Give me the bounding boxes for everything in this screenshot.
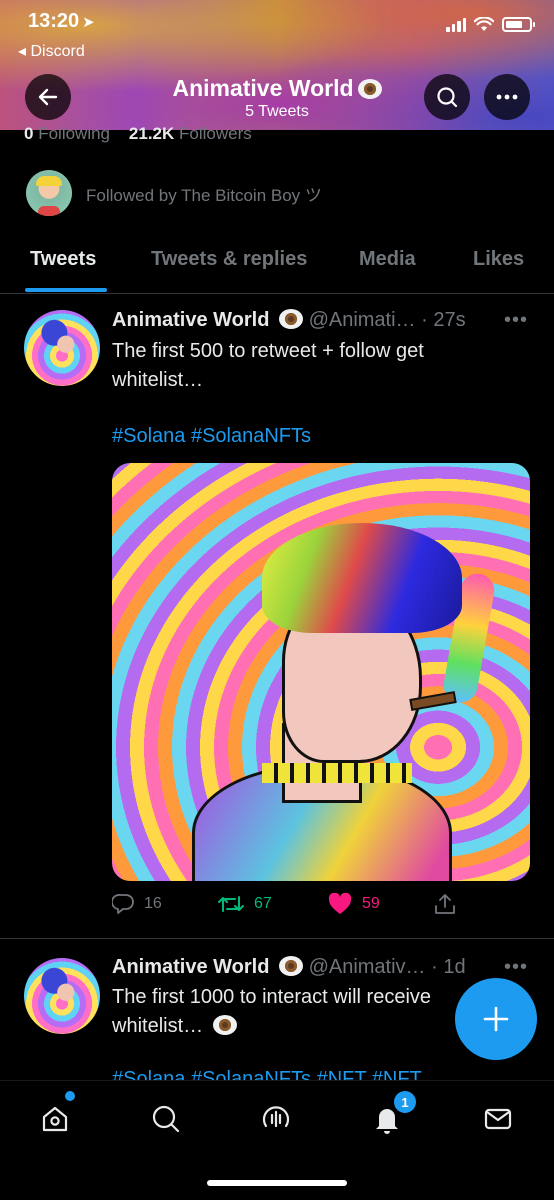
home-new-indicator — [65, 1091, 75, 1101]
status-time: 13:20 ➤ — [28, 10, 95, 32]
system-icons — [446, 17, 535, 32]
battery-icon — [502, 17, 535, 32]
more-button[interactable] — [484, 74, 530, 120]
cellular-signal-icon — [446, 17, 466, 32]
tweet-avatar[interactable] — [24, 958, 100, 1034]
nav-messages[interactable] — [478, 1099, 518, 1139]
spaces-icon — [262, 1106, 290, 1128]
home-icon — [42, 1106, 68, 1132]
plus-icon — [483, 1006, 509, 1032]
tweet-count: 5 Tweets — [245, 103, 309, 120]
eye-emoji-icon — [357, 79, 382, 99]
search-button[interactable] — [424, 74, 470, 120]
header-title-group: Animative World 5 Tweets — [120, 75, 434, 121]
eye-emoji-icon — [212, 1015, 237, 1035]
tweet-header: Animative World @Animativ… · 1d — [112, 956, 466, 979]
page-title: Animative World — [120, 75, 434, 102]
tweet-author-name[interactable]: Animative World — [112, 956, 269, 978]
arrow-left-icon — [38, 88, 58, 106]
home-indicator[interactable] — [207, 1180, 347, 1186]
wifi-icon — [474, 17, 494, 31]
notification-badge: 1 — [394, 1091, 416, 1113]
mail-icon — [484, 1108, 512, 1130]
more-icon — [496, 94, 518, 100]
back-to-app-link[interactable]: ◂ Discord — [18, 41, 85, 61]
tweet[interactable]: Animative World @Animativ… · 1d ••• The … — [0, 0, 554, 1082]
compose-tweet-button[interactable] — [455, 978, 537, 1060]
status-bar: 13:20 ➤ ◂ Discord — [0, 0, 554, 70]
nav-home[interactable] — [35, 1099, 75, 1139]
tweet-time[interactable]: · 1d — [431, 956, 465, 978]
location-arrow-icon: ➤ — [82, 14, 95, 31]
nav-spaces[interactable] — [256, 1099, 296, 1139]
nav-explore[interactable] — [146, 1099, 186, 1139]
tweet-author-handle[interactable]: @Animativ… — [309, 956, 426, 978]
tweet-text: The first 1000 to interact will receive … — [112, 986, 432, 1037]
search-icon — [437, 87, 458, 108]
search-icon — [152, 1105, 180, 1133]
tweet-more-icon[interactable]: ••• — [504, 956, 528, 979]
back-button[interactable] — [25, 74, 71, 120]
eye-emoji-icon — [279, 956, 303, 976]
